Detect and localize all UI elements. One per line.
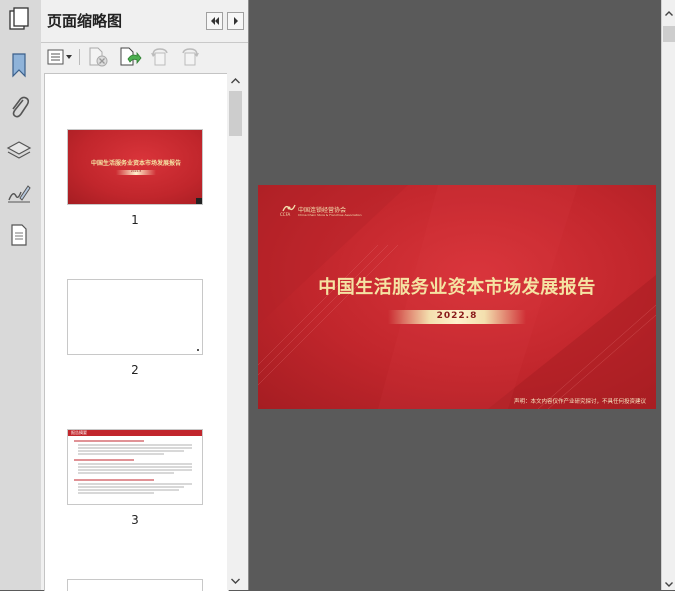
- rotate-cw-button[interactable]: [179, 47, 201, 67]
- page-thumbnail-2[interactable]: [67, 279, 203, 355]
- thumbnail-heading: 报告摘要: [71, 430, 87, 435]
- document-scrollbar[interactable]: [661, 0, 675, 590]
- page-icon[interactable]: [4, 220, 34, 250]
- logo-english-name: China Chain Store & Franchise Associatio…: [298, 213, 362, 217]
- double-chevron-left-icon: [210, 17, 219, 25]
- thumbnail-scrollbar[interactable]: [227, 73, 244, 590]
- scroll-down-icon[interactable]: [230, 576, 241, 586]
- rotate-cw-icon: [182, 48, 199, 66]
- expand-panel-button[interactable]: [227, 12, 244, 30]
- options-menu-button[interactable]: [47, 47, 73, 67]
- chevron-right-icon: [233, 17, 238, 25]
- thumbnail-page-number: 2: [131, 363, 139, 377]
- navigation-rail: [0, 0, 42, 590]
- thumbnail-page-number: 1: [131, 213, 139, 227]
- scroll-up-icon[interactable]: [664, 9, 674, 18]
- page-thumbnail-3[interactable]: 报告摘要: [67, 429, 203, 505]
- panel-header: 页面缩略图: [41, 0, 248, 43]
- thumbnail-date: 2022.8: [130, 169, 142, 173]
- toolbar-divider: [79, 49, 80, 65]
- thumbnail-page-dot: [197, 349, 199, 351]
- page-thumbnails-panel: 页面缩略图 中国生活服务业资本市场发展报告 2022.8 1 2 报告摘要 3: [41, 0, 249, 591]
- rotate-ccw-icon: [151, 48, 168, 66]
- page-thumbnail-4[interactable]: [67, 579, 203, 591]
- slide-title: 中国生活服务业资本市场发展报告: [318, 277, 596, 298]
- slide-date: 2022.8: [436, 311, 478, 321]
- thumbnail-slide-title: 中国生活服务业资本市场发展报告: [90, 160, 181, 167]
- slide-disclaimer: 声明：本文内容仅作产业研究探讨，不具任何投资建议: [513, 399, 646, 405]
- thumbnail-text-lines: [74, 440, 192, 494]
- collapse-panel-button[interactable]: [206, 12, 223, 30]
- thumbnail-header-bar: [68, 430, 202, 436]
- rotate-ccw-button[interactable]: [149, 47, 171, 67]
- extract-page-icon: [120, 47, 142, 66]
- logo-abbreviation: CCFA: [280, 212, 291, 217]
- thumbnail-corner-marker: [196, 198, 202, 204]
- pages-panel-icon[interactable]: [4, 4, 34, 34]
- bookmark-icon[interactable]: [4, 50, 34, 80]
- thumbnail-page-number: 3: [131, 513, 139, 527]
- layers-icon[interactable]: [4, 136, 34, 166]
- scroll-down-icon[interactable]: [664, 580, 674, 589]
- thumbnail-list: 中国生活服务业资本市场发展报告 2022.8 1 2 报告摘要 3: [44, 73, 229, 591]
- extract-page-button[interactable]: [118, 47, 142, 67]
- scroll-up-icon[interactable]: [230, 76, 241, 86]
- scrollbar-thumb[interactable]: [229, 91, 242, 136]
- slide-page: CCFA 中国连锁经营协会 China Chain Store & Franch…: [258, 185, 656, 409]
- signature-icon[interactable]: [4, 178, 34, 208]
- panel-title: 页面缩略图: [47, 12, 123, 30]
- delete-page-button[interactable]: [87, 47, 109, 67]
- document-view: CCFA 中国连锁经营协会 China Chain Store & Franch…: [249, 0, 661, 590]
- delete-page-icon: [89, 47, 108, 67]
- page-thumbnail-1[interactable]: 中国生活服务业资本市场发展报告 2022.8: [67, 129, 203, 205]
- attachment-icon[interactable]: [4, 92, 34, 122]
- thumbnails-toolbar: [41, 43, 248, 71]
- options-menu-icon: [47, 49, 72, 65]
- scrollbar-thumb[interactable]: [663, 26, 675, 42]
